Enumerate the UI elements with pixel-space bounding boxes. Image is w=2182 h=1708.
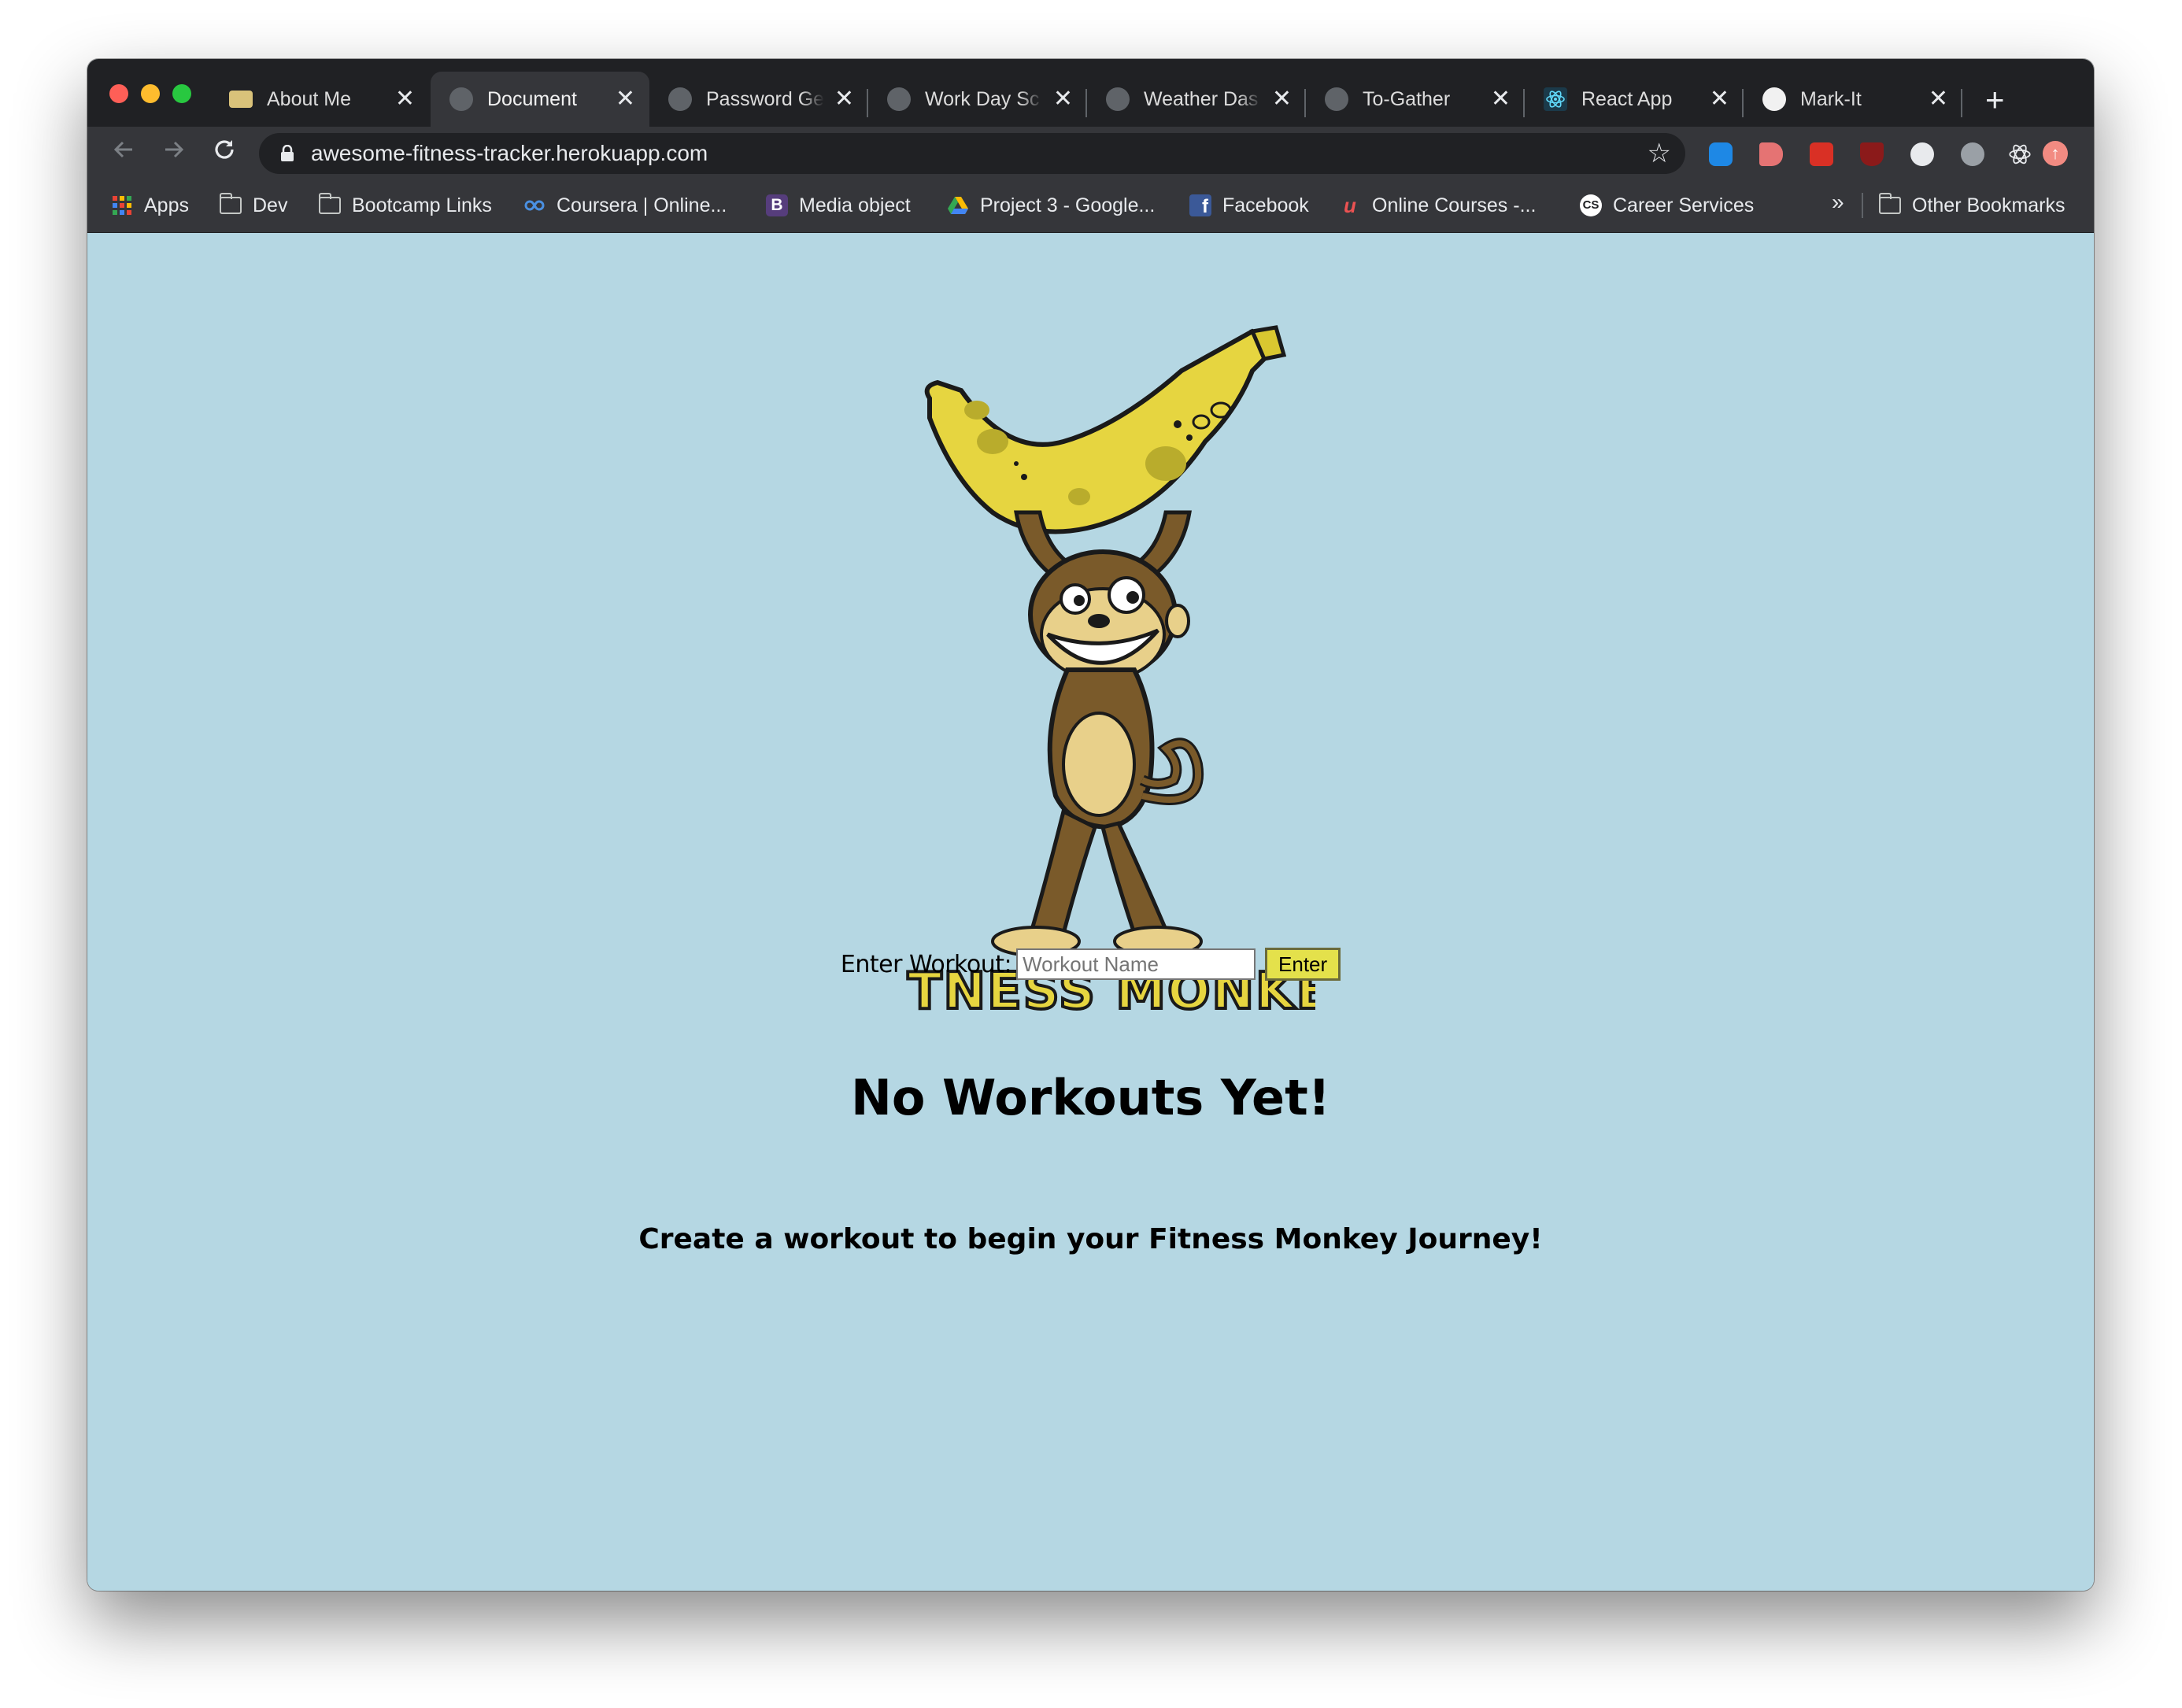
tab-to-gather[interactable]: To-Gather ✕ [1306,72,1525,127]
enter-button[interactable]: Enter [1265,948,1341,981]
cs-icon: CS [1580,194,1602,216]
more-dots-extension-icon[interactable] [1810,142,1833,166]
workout-form: Enter Workout: Enter [87,948,2094,981]
tab-title: Password Ge [706,87,824,110]
bookmark-coursera[interactable]: Coursera | Online... [523,193,727,218]
bookmark-label: Online Courses -... [1372,194,1537,216]
address-bar[interactable]: awesome-fitness-tracker.herokuapp.com ☆ [259,133,1685,174]
tab-title: Weather Das [1144,87,1259,110]
close-window-button[interactable] [109,84,128,103]
video-extension-icon[interactable] [1759,142,1783,166]
tab-password-generator[interactable]: Password Ge ✕ [649,72,868,127]
globe-icon [887,87,911,111]
ublock-shield-icon[interactable] [1860,142,1884,166]
fitness-monkey-logo: FITNESS MONKEY [906,325,1315,1022]
bookmarks-bar: Apps Dev Bootcamp Links Coursera | Onlin… [87,179,2094,233]
bookmark-apps[interactable]: Apps [111,193,189,218]
workout-name-input[interactable] [1016,948,1256,980]
lock-icon [281,145,294,161]
bootstrap-icon: B [766,194,788,216]
tab-title: Work Day Sc [925,87,1040,110]
tab-work-day-scheduler[interactable]: Work Day Sc ✕ [868,72,1087,127]
bookmark-label: Dev [253,194,288,216]
maximize-window-button[interactable] [172,84,191,103]
bookmark-folder-dev[interactable]: Dev [220,193,287,218]
bookmark-career-services[interactable]: CS Career Services [1580,193,1754,218]
browser-toolbar: awesome-fitness-tracker.herokuapp.com ☆ … [87,127,2094,179]
bookmarks-separator [1862,193,1863,218]
tab-about-me[interactable]: About Me ✕ [210,72,429,127]
tab-title: Document [487,87,577,110]
close-tab-icon[interactable]: ✕ [1710,86,1729,113]
close-tab-icon[interactable]: ✕ [1929,86,1948,113]
bookmark-label: Project 3 - Google... [980,194,1156,216]
close-tab-icon[interactable]: ✕ [616,86,635,113]
coursera-icon [524,200,545,211]
react-atom-icon [1546,91,1565,108]
bookmark-star-icon[interactable]: ☆ [1648,139,1671,168]
close-tab-icon[interactable]: ✕ [1491,86,1511,113]
new-tab-button[interactable]: + [1985,83,2005,117]
folder-icon [319,193,341,214]
react-icon [1544,87,1567,111]
forward-arrow-icon[interactable] [158,136,190,168]
bookmark-label: Apps [144,194,189,216]
bookmark-label: Career Services [1613,194,1755,216]
globe-icon [668,87,692,111]
google-drive-icon [948,197,968,214]
tab-weather-dashboard[interactable]: Weather Das ✕ [1087,72,1306,127]
minimize-window-button[interactable] [141,84,160,103]
back-arrow-icon[interactable] [108,136,139,168]
folder-icon [1879,193,1901,214]
cloud-extension-icon[interactable] [1709,142,1733,166]
code-braces-extension-icon[interactable] [1910,142,1934,166]
bookmark-label: Other Bookmarks [1912,194,2066,216]
bookmark-other-bookmarks[interactable]: Other Bookmarks [1879,193,2066,218]
tab-title: Mark-It [1800,87,1862,110]
bookmark-facebook[interactable]: f Facebook [1189,193,1309,218]
monkey-head [1028,549,1190,682]
globe-icon [449,87,473,111]
more-bookmarks-chevron-icon[interactable]: » [1832,190,1844,215]
folder-icon [220,193,242,214]
tab-title: About Me [267,87,352,110]
page-content: FITNESS MONKEY Enter Workout: Enter No W… [87,233,2094,1591]
tab-title: React App [1581,87,1673,110]
tab-document[interactable]: Document ✕ [431,72,649,127]
tab-title: To-Gather [1363,87,1451,110]
close-tab-icon[interactable]: ✕ [1272,86,1292,113]
bookmark-folder-bootcamp-links[interactable]: Bootcamp Links [319,193,492,218]
bookmark-label: Coursera | Online... [557,194,727,216]
mark-it-icon [1762,87,1786,111]
tab-separator [1961,89,1962,117]
reload-icon[interactable] [209,136,240,168]
close-tab-icon[interactable]: ✕ [834,86,854,113]
react-devtools-icon[interactable] [2008,142,2032,166]
bookmark-project-3[interactable]: Project 3 - Google... [947,193,1155,218]
enter-workout-label: Enter Workout: [840,950,1012,978]
globe-icon [1325,87,1348,111]
globe-icon [1106,87,1130,111]
url-text: awesome-fitness-tracker.herokuapp.com [311,141,708,165]
browser-window: About Me ✕ Document ✕ Password Ge ✕ Work… [87,59,2094,1591]
banana-illustration [924,325,1287,534]
w-extension-icon[interactable] [1961,142,1984,166]
facebook-icon: f [1189,194,1211,217]
tab-strip: About Me ✕ Document ✕ Password Ge ✕ Work… [87,59,2094,127]
close-tab-icon[interactable]: ✕ [1053,86,1073,113]
create-workout-subheading: Create a workout to begin your Fitness M… [638,1223,1543,1255]
no-workouts-heading: No Workouts Yet! [850,1069,1330,1126]
apps-grid-icon [113,196,131,215]
bookmark-label: Media object [799,194,911,216]
bookmark-media-object[interactable]: B Media object [766,193,911,218]
close-tab-icon[interactable]: ✕ [395,86,415,113]
update-arrow-icon[interactable]: ↑ [2043,141,2068,166]
tab-mark-it[interactable]: Mark-It ✕ [1744,72,1962,127]
bookmark-label: Bootcamp Links [352,194,492,216]
bookmark-online-courses[interactable]: u Online Courses -... [1339,193,1536,218]
udemy-icon: u [1344,194,1356,217]
bookmark-label: Facebook [1222,194,1309,216]
zs-logo-icon [229,91,253,108]
tab-react-app[interactable]: React App ✕ [1525,72,1744,127]
